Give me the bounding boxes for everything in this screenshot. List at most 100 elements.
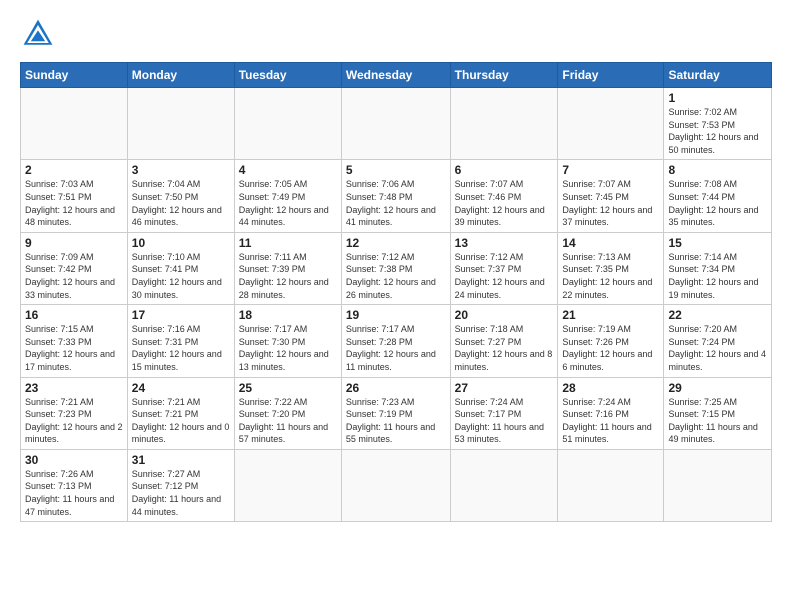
week-row-5: 30Sunrise: 7:26 AM Sunset: 7:13 PM Dayli… bbox=[21, 449, 772, 521]
day-info: Sunrise: 7:11 AM Sunset: 7:39 PM Dayligh… bbox=[239, 251, 337, 301]
day-number: 28 bbox=[562, 381, 659, 395]
day-number: 19 bbox=[346, 308, 446, 322]
day-info: Sunrise: 7:12 AM Sunset: 7:37 PM Dayligh… bbox=[455, 251, 554, 301]
day-info: Sunrise: 7:17 AM Sunset: 7:30 PM Dayligh… bbox=[239, 323, 337, 373]
day-number: 29 bbox=[668, 381, 767, 395]
week-row-2: 9Sunrise: 7:09 AM Sunset: 7:42 PM Daylig… bbox=[21, 232, 772, 304]
calendar-cell: 10Sunrise: 7:10 AM Sunset: 7:41 PM Dayli… bbox=[127, 232, 234, 304]
day-number: 4 bbox=[239, 163, 337, 177]
day-info: Sunrise: 7:17 AM Sunset: 7:28 PM Dayligh… bbox=[346, 323, 446, 373]
day-info: Sunrise: 7:10 AM Sunset: 7:41 PM Dayligh… bbox=[132, 251, 230, 301]
day-info: Sunrise: 7:24 AM Sunset: 7:16 PM Dayligh… bbox=[562, 396, 659, 446]
calendar-cell: 5Sunrise: 7:06 AM Sunset: 7:48 PM Daylig… bbox=[341, 160, 450, 232]
header bbox=[20, 16, 772, 52]
day-info: Sunrise: 7:20 AM Sunset: 7:24 PM Dayligh… bbox=[668, 323, 767, 373]
calendar-cell bbox=[664, 449, 772, 521]
day-info: Sunrise: 7:02 AM Sunset: 7:53 PM Dayligh… bbox=[668, 106, 767, 156]
calendar-cell: 1Sunrise: 7:02 AM Sunset: 7:53 PM Daylig… bbox=[664, 88, 772, 160]
calendar-cell: 27Sunrise: 7:24 AM Sunset: 7:17 PM Dayli… bbox=[450, 377, 558, 449]
day-number: 31 bbox=[132, 453, 230, 467]
calendar-cell: 31Sunrise: 7:27 AM Sunset: 7:12 PM Dayli… bbox=[127, 449, 234, 521]
day-number: 6 bbox=[455, 163, 554, 177]
day-info: Sunrise: 7:07 AM Sunset: 7:46 PM Dayligh… bbox=[455, 178, 554, 228]
day-info: Sunrise: 7:14 AM Sunset: 7:34 PM Dayligh… bbox=[668, 251, 767, 301]
calendar-cell: 25Sunrise: 7:22 AM Sunset: 7:20 PM Dayli… bbox=[234, 377, 341, 449]
day-number: 1 bbox=[668, 91, 767, 105]
day-number: 7 bbox=[562, 163, 659, 177]
calendar-cell: 4Sunrise: 7:05 AM Sunset: 7:49 PM Daylig… bbox=[234, 160, 341, 232]
calendar-cell bbox=[450, 88, 558, 160]
day-number: 5 bbox=[346, 163, 446, 177]
calendar-cell: 18Sunrise: 7:17 AM Sunset: 7:30 PM Dayli… bbox=[234, 305, 341, 377]
logo bbox=[20, 16, 60, 52]
week-row-0: 1Sunrise: 7:02 AM Sunset: 7:53 PM Daylig… bbox=[21, 88, 772, 160]
day-number: 26 bbox=[346, 381, 446, 395]
day-number: 3 bbox=[132, 163, 230, 177]
day-info: Sunrise: 7:15 AM Sunset: 7:33 PM Dayligh… bbox=[25, 323, 123, 373]
calendar-cell: 22Sunrise: 7:20 AM Sunset: 7:24 PM Dayli… bbox=[664, 305, 772, 377]
calendar-cell: 9Sunrise: 7:09 AM Sunset: 7:42 PM Daylig… bbox=[21, 232, 128, 304]
day-info: Sunrise: 7:19 AM Sunset: 7:26 PM Dayligh… bbox=[562, 323, 659, 373]
calendar-cell bbox=[21, 88, 128, 160]
calendar-cell: 30Sunrise: 7:26 AM Sunset: 7:13 PM Dayli… bbox=[21, 449, 128, 521]
day-info: Sunrise: 7:06 AM Sunset: 7:48 PM Dayligh… bbox=[346, 178, 446, 228]
page: SundayMondayTuesdayWednesdayThursdayFrid… bbox=[0, 0, 792, 612]
calendar-cell bbox=[234, 88, 341, 160]
weekday-tuesday: Tuesday bbox=[234, 63, 341, 88]
calendar-cell: 17Sunrise: 7:16 AM Sunset: 7:31 PM Dayli… bbox=[127, 305, 234, 377]
day-number: 11 bbox=[239, 236, 337, 250]
day-info: Sunrise: 7:13 AM Sunset: 7:35 PM Dayligh… bbox=[562, 251, 659, 301]
day-info: Sunrise: 7:21 AM Sunset: 7:23 PM Dayligh… bbox=[25, 396, 123, 446]
calendar-cell: 13Sunrise: 7:12 AM Sunset: 7:37 PM Dayli… bbox=[450, 232, 558, 304]
day-info: Sunrise: 7:27 AM Sunset: 7:12 PM Dayligh… bbox=[132, 468, 230, 518]
week-row-1: 2Sunrise: 7:03 AM Sunset: 7:51 PM Daylig… bbox=[21, 160, 772, 232]
calendar-cell: 26Sunrise: 7:23 AM Sunset: 7:19 PM Dayli… bbox=[341, 377, 450, 449]
calendar-cell bbox=[127, 88, 234, 160]
day-info: Sunrise: 7:16 AM Sunset: 7:31 PM Dayligh… bbox=[132, 323, 230, 373]
weekday-monday: Monday bbox=[127, 63, 234, 88]
day-number: 12 bbox=[346, 236, 446, 250]
calendar-cell: 14Sunrise: 7:13 AM Sunset: 7:35 PM Dayli… bbox=[558, 232, 664, 304]
day-number: 8 bbox=[668, 163, 767, 177]
day-info: Sunrise: 7:12 AM Sunset: 7:38 PM Dayligh… bbox=[346, 251, 446, 301]
day-number: 2 bbox=[25, 163, 123, 177]
week-row-4: 23Sunrise: 7:21 AM Sunset: 7:23 PM Dayli… bbox=[21, 377, 772, 449]
calendar-cell: 12Sunrise: 7:12 AM Sunset: 7:38 PM Dayli… bbox=[341, 232, 450, 304]
calendar-cell: 3Sunrise: 7:04 AM Sunset: 7:50 PM Daylig… bbox=[127, 160, 234, 232]
calendar-table: SundayMondayTuesdayWednesdayThursdayFrid… bbox=[20, 62, 772, 522]
calendar-cell: 21Sunrise: 7:19 AM Sunset: 7:26 PM Dayli… bbox=[558, 305, 664, 377]
day-info: Sunrise: 7:23 AM Sunset: 7:19 PM Dayligh… bbox=[346, 396, 446, 446]
day-info: Sunrise: 7:05 AM Sunset: 7:49 PM Dayligh… bbox=[239, 178, 337, 228]
day-info: Sunrise: 7:18 AM Sunset: 7:27 PM Dayligh… bbox=[455, 323, 554, 373]
calendar-cell bbox=[341, 88, 450, 160]
calendar-cell bbox=[234, 449, 341, 521]
calendar-cell: 16Sunrise: 7:15 AM Sunset: 7:33 PM Dayli… bbox=[21, 305, 128, 377]
day-info: Sunrise: 7:09 AM Sunset: 7:42 PM Dayligh… bbox=[25, 251, 123, 301]
day-info: Sunrise: 7:03 AM Sunset: 7:51 PM Dayligh… bbox=[25, 178, 123, 228]
day-info: Sunrise: 7:04 AM Sunset: 7:50 PM Dayligh… bbox=[132, 178, 230, 228]
day-info: Sunrise: 7:24 AM Sunset: 7:17 PM Dayligh… bbox=[455, 396, 554, 446]
calendar-cell: 15Sunrise: 7:14 AM Sunset: 7:34 PM Dayli… bbox=[664, 232, 772, 304]
weekday-saturday: Saturday bbox=[664, 63, 772, 88]
calendar-cell: 7Sunrise: 7:07 AM Sunset: 7:45 PM Daylig… bbox=[558, 160, 664, 232]
calendar-cell: 11Sunrise: 7:11 AM Sunset: 7:39 PM Dayli… bbox=[234, 232, 341, 304]
calendar-cell bbox=[558, 88, 664, 160]
day-info: Sunrise: 7:22 AM Sunset: 7:20 PM Dayligh… bbox=[239, 396, 337, 446]
week-row-3: 16Sunrise: 7:15 AM Sunset: 7:33 PM Dayli… bbox=[21, 305, 772, 377]
calendar-cell: 24Sunrise: 7:21 AM Sunset: 7:21 PM Dayli… bbox=[127, 377, 234, 449]
day-number: 25 bbox=[239, 381, 337, 395]
calendar-cell: 8Sunrise: 7:08 AM Sunset: 7:44 PM Daylig… bbox=[664, 160, 772, 232]
day-number: 17 bbox=[132, 308, 230, 322]
day-number: 22 bbox=[668, 308, 767, 322]
day-number: 30 bbox=[25, 453, 123, 467]
day-number: 27 bbox=[455, 381, 554, 395]
day-info: Sunrise: 7:21 AM Sunset: 7:21 PM Dayligh… bbox=[132, 396, 230, 446]
logo-icon bbox=[20, 16, 56, 52]
day-number: 24 bbox=[132, 381, 230, 395]
calendar-cell: 28Sunrise: 7:24 AM Sunset: 7:16 PM Dayli… bbox=[558, 377, 664, 449]
calendar-cell: 23Sunrise: 7:21 AM Sunset: 7:23 PM Dayli… bbox=[21, 377, 128, 449]
day-number: 20 bbox=[455, 308, 554, 322]
weekday-sunday: Sunday bbox=[21, 63, 128, 88]
day-info: Sunrise: 7:08 AM Sunset: 7:44 PM Dayligh… bbox=[668, 178, 767, 228]
calendar-cell: 19Sunrise: 7:17 AM Sunset: 7:28 PM Dayli… bbox=[341, 305, 450, 377]
